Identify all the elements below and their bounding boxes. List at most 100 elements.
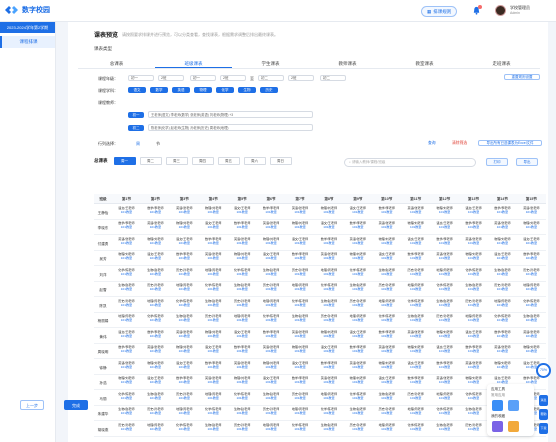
subject-chip-biology[interactable]: 生物	[238, 87, 256, 93]
sidebar-term[interactable]: 2023-2024学年第2学期	[0, 22, 55, 33]
schedule-cell[interactable]: 地理/周老师101教室	[343, 313, 372, 328]
schedule-cell[interactable]: 数学/李老师 101教室	[199, 359, 228, 374]
schedule-cell[interactable]: 生物/赵老师101教室	[257, 266, 286, 281]
schedule-cell[interactable]: 数学/李老师 101教室	[257, 328, 286, 343]
schedule-cell[interactable]: 物理/刘老师 101教室	[430, 328, 459, 343]
subject-chip-math[interactable]: 数学	[150, 87, 168, 93]
schedule-cell[interactable]: 物理/刘老师 101教室	[141, 359, 170, 374]
schedule-cell[interactable]: 语文/王老师 101教室	[199, 344, 228, 359]
schedule-cell[interactable]: 英语/张老师 101教室	[141, 220, 170, 235]
schedule-cell[interactable]: 历史/孙老师101教室	[141, 282, 170, 297]
schedule-cell[interactable]: 物理/刘老师 101教室	[430, 204, 459, 219]
tab-class[interactable]: 班级课表	[155, 59, 232, 68]
schedule-cell[interactable]: 数学/李老师 101教室	[170, 375, 199, 390]
schedule-cell[interactable]: 语文/王老师 101教室	[459, 328, 488, 343]
app-icon-2[interactable]	[508, 400, 519, 411]
schedule-cell[interactable]: 物理/刘老师 101教室	[257, 235, 286, 250]
schedule-cell[interactable]: 语文/王老师 101教室	[199, 220, 228, 235]
search-input[interactable]: ⌕ 请输入教师/课程/班级	[344, 158, 476, 167]
sidebar-item-scheduling[interactable]: 课程排课	[0, 36, 55, 48]
schedule-cell[interactable]: 英语/张老师 101教室	[112, 359, 141, 374]
table-row[interactable]: 陈凯 历史/孙老师 101教室 地理/周老师 101教室 化学/陈老师 101教室 生物/赵老…	[94, 297, 546, 313]
schedule-cell[interactable]: 英语/张老师 101教室	[314, 251, 343, 266]
schedule-cell[interactable]: 历史/孙老师101教室	[228, 421, 257, 436]
schedule-cell[interactable]: 历史/孙老师101教室	[257, 406, 286, 421]
schedule-cell[interactable]: 英语/张老师 101教室	[401, 328, 430, 343]
schedule-cell[interactable]: 生物/赵老师101教室	[199, 421, 228, 436]
schedule-cell[interactable]: 化学/陈老师101教室	[141, 313, 170, 328]
schedule-cell[interactable]: 生物/赵老师101教室	[286, 313, 315, 328]
schedule-cell[interactable]: 地理/周老师101教室	[257, 297, 286, 312]
schedule-cell[interactable]: 英语/张老师 101教室	[228, 235, 257, 250]
schedule-cell[interactable]: 地理/周老师101教室	[314, 390, 343, 405]
schedule-cell[interactable]: 物理/刘老师 101教室	[314, 204, 343, 219]
table-row[interactable]: 李晓东 数学/李老师 101教室 英语/张老师 101教室 物理/刘老师 101教室 语文/王…	[94, 220, 546, 235]
schedule-cell[interactable]: 语文/王老师 101教室	[286, 235, 315, 250]
schedule-cell[interactable]: 物理/刘老师 101教室	[257, 359, 286, 374]
schedule-cell[interactable]: 化学/陈老师101教室	[430, 282, 459, 297]
week-select-2[interactable]: 节	[156, 141, 160, 147]
table-row[interactable]: 赵雪 生物/赵老师 101教室 历史/孙老师 101教室 地理/周老师 101教室 化学/陈老…	[94, 282, 546, 297]
schedule-cell[interactable]: 生物/赵老师101教室	[228, 406, 257, 421]
schedule-cell[interactable]: 物理/刘老师 101教室	[459, 251, 488, 266]
grade-select-7[interactable]: 初二	[320, 75, 346, 81]
app-logo[interactable]: 数字校园	[5, 5, 50, 15]
schedule-cell[interactable]: 物理/刘老师 101教室	[372, 359, 401, 374]
schedule-cell[interactable]: 数学/李老师 101教室	[170, 251, 199, 266]
schedule-cell[interactable]: 英语/张老师 101教室	[517, 328, 546, 343]
schedule-cell[interactable]: 语文/王老师 101教室	[343, 204, 372, 219]
schedule-cell[interactable]: 历史/孙老师101教室	[170, 266, 199, 281]
schedule-cell[interactable]: 生物/赵老师101教室	[430, 297, 459, 312]
schedule-cell[interactable]: 化学/陈老师101教室	[286, 421, 315, 436]
schedule-cell[interactable]: 数学/李老师 101教室	[430, 235, 459, 250]
table-row[interactable]: 刘洋 化学/陈老师 101教室 生物/赵老师 101教室 历史/孙老师 101教室 地理/周老…	[94, 266, 546, 282]
schedule-cell[interactable]: 数学/李老师 101教室	[343, 220, 372, 235]
schedule-cell[interactable]: 化学/陈老师101教室	[257, 313, 286, 328]
schedule-cell[interactable]: 历史/孙老师101教室	[343, 421, 372, 436]
table-row[interactable]: 马丽 化学/陈老师 101教室 生物/赵老师 101教室 历史/孙老师 101教室 地理/周老…	[94, 390, 546, 406]
schedule-cell[interactable]: 数学/李老师 101教室	[141, 328, 170, 343]
schedule-cell[interactable]: 数学/李老师 101教室	[517, 251, 546, 266]
schedule-cell[interactable]: 语文/王老师 101教室	[459, 204, 488, 219]
clear-filter-link[interactable]: 清除筛选	[452, 141, 467, 146]
schedule-cell[interactable]: 语文/王老师 101教室	[314, 220, 343, 235]
app-icon-1[interactable]	[492, 400, 503, 411]
schedule-cell[interactable]: 地理/周老师101教室	[199, 266, 228, 281]
schedule-cell[interactable]: 历史/孙老师101教室	[228, 297, 257, 312]
schedule-cell[interactable]: 语文/王老师 101教室	[141, 375, 170, 390]
schedule-cell[interactable]: 地理/周老师101教室	[141, 297, 170, 312]
schedule-cell[interactable]: 数学/李老师 101教室	[314, 235, 343, 250]
schedule-cell[interactable]: 地理/周老师101教室	[372, 297, 401, 312]
search-link[interactable]: 查询	[428, 141, 436, 146]
schedule-cell[interactable]: 数学/李老师 101教室	[459, 344, 488, 359]
schedule-cell[interactable]: 物理/刘老师 101教室	[112, 251, 141, 266]
schedule-cell[interactable]: 地理/周老师101教室	[170, 406, 199, 421]
table-row[interactable]: 吴芳 物理/刘老师 101教室 语文/王老师 101教室 数学/李老师 101教室 英语/张老…	[94, 251, 546, 266]
schedule-cell[interactable]: 化学/陈老师101教室	[199, 282, 228, 297]
schedule-cell[interactable]: 语文/王老师 101教室	[228, 204, 257, 219]
day-button-mon[interactable]: 周一	[113, 157, 136, 165]
week-select-1[interactable]: 周	[136, 141, 140, 147]
table-row[interactable]: 朱建华 生物/赵老师 101教室 历史/孙老师 101教室 地理/周老师 101教室 化学/陈…	[94, 406, 546, 421]
schedule-cell[interactable]: 数学/李老师 101教室	[372, 328, 401, 343]
schedule-cell[interactable]: 英语/张老师 101教室	[430, 375, 459, 390]
schedule-cell[interactable]: 英语/张老师 101教室	[488, 220, 517, 235]
schedule-cell[interactable]: 英语/张老师 101教室	[372, 344, 401, 359]
column-header[interactable]: 第2节	[141, 194, 170, 203]
schedule-cell[interactable]: 物理/刘老师 101教室	[228, 375, 257, 390]
prev-button[interactable]: 上一步	[20, 400, 44, 410]
subject-chip-chemistry[interactable]: 化学	[216, 87, 234, 93]
tab-walk[interactable]: 走班课表	[463, 59, 540, 68]
schedule-cell[interactable]: 地理/周老师101教室	[286, 406, 315, 421]
progress-circle[interactable]: 70%	[536, 363, 551, 378]
schedule-cell[interactable]: 物理/刘老师 101教室	[459, 375, 488, 390]
tab-total[interactable]: 总课表	[78, 59, 155, 68]
schedule-cell[interactable]: 物理/刘老师 101教室	[170, 220, 199, 235]
schedule-cell[interactable]: 英语/张老师 101教室	[286, 204, 315, 219]
schedule-cell[interactable]: 英语/张老师 101教室	[459, 235, 488, 250]
schedule-cell[interactable]: 生物/赵老师101教室	[517, 313, 546, 328]
schedule-cell[interactable]: 生物/赵老师101教室	[343, 282, 372, 297]
schedule-cell[interactable]: 化学/陈老师101教室	[170, 421, 199, 436]
schedule-cell[interactable]: 物理/刘老师 101教室	[314, 328, 343, 343]
schedule-cell[interactable]: 英语/张老师 101教室	[343, 235, 372, 250]
